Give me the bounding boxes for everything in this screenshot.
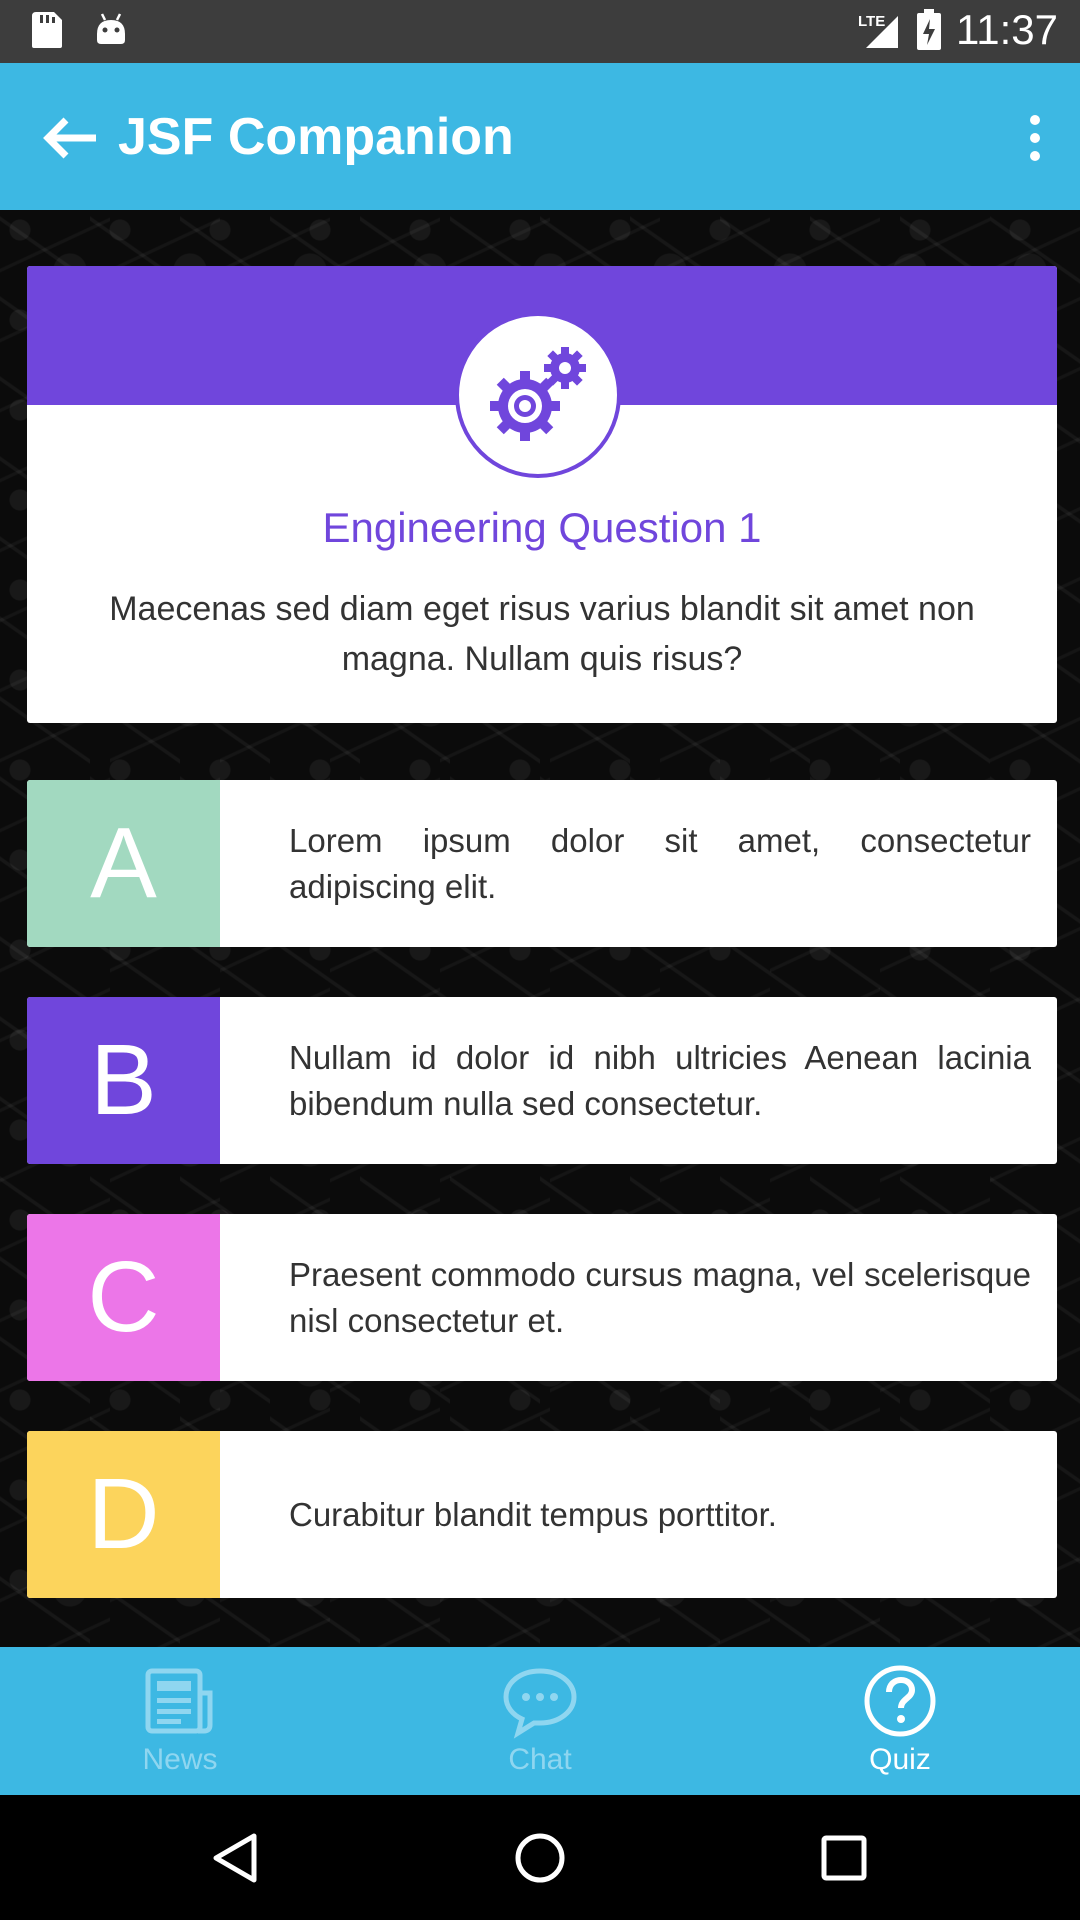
answer-letter: B [90, 1024, 157, 1136]
answer-text: Curabitur blandit tempus porttitor. [289, 1495, 777, 1533]
answer-option-a[interactable]: A Lorem ipsum dolor sit amet, consectetu… [27, 780, 1057, 947]
answer-letter-box: B [27, 997, 220, 1164]
answer-letter-box: D [27, 1431, 220, 1598]
answer-option-d[interactable]: D Curabitur blandit tempus porttitor. [27, 1431, 1057, 1598]
signal-icon: LTE [858, 13, 898, 48]
answer-letter-box: C [27, 1214, 220, 1381]
android-icon [97, 13, 125, 44]
home-circle-icon[interactable] [512, 1830, 568, 1886]
chat-bubble-icon [503, 1668, 577, 1739]
recents-square-icon[interactable] [816, 1830, 872, 1886]
status-bar: LTE 11:37 [0, 0, 1080, 63]
app-title: JSF Companion [118, 108, 514, 166]
answer-letter: A [90, 807, 157, 919]
nav-quiz-label: Quiz [869, 1743, 931, 1776]
nav-news-label: News [142, 1743, 218, 1776]
nav-chat[interactable]: Chat [440, 1647, 640, 1795]
answer-text-container: Nullam id dolor id nibh ultricies Aenean… [289, 997, 1031, 1164]
question-card: Engineering Question 1 Maecenas sed diam… [27, 266, 1057, 723]
battery-icon [917, 9, 941, 50]
status-left [30, 10, 128, 50]
nav-news[interactable]: News [80, 1647, 280, 1795]
answer-option-b[interactable]: B Nullam id dolor id nibh ultricies Aene… [27, 997, 1057, 1164]
app-bar: JSF Companion [0, 63, 1080, 210]
clock: 11:37 [956, 6, 1058, 53]
back-triangle-icon[interactable] [208, 1830, 264, 1886]
answer-option-c[interactable]: C Praesent commodo cursus magna, vel sce… [27, 1214, 1057, 1381]
bottom-nav: News Chat Quiz [0, 1647, 1080, 1795]
nav-quiz[interactable]: Quiz [800, 1647, 1000, 1795]
status-right: LTE 11:37 [858, 6, 1058, 54]
answer-text-container: Curabitur blandit tempus porttitor. [289, 1431, 1031, 1598]
system-nav-bar [0, 1795, 1080, 1920]
question-text: Maecenas sed diam eget risus varius blan… [109, 590, 975, 678]
nav-chat-label: Chat [508, 1743, 572, 1776]
answer-text-container: Praesent commodo cursus magna, vel scele… [289, 1214, 1031, 1381]
answer-text: Nullam id dolor id nibh ultricies Aenean… [289, 1038, 1031, 1122]
answer-text: Praesent commodo cursus magna, vel scele… [289, 1255, 1031, 1339]
answer-letter: D [87, 1458, 160, 1570]
answer-letter: C [87, 1241, 160, 1353]
answer-text-container: Lorem ipsum dolor sit amet, consectetur … [289, 780, 1031, 947]
newspaper-icon [145, 1668, 213, 1734]
arrow-left-icon[interactable] [40, 108, 100, 168]
answer-letter-box: A [27, 780, 220, 947]
more-vert-icon[interactable] [1020, 108, 1050, 168]
gears-icon [490, 347, 586, 441]
question-emblem [455, 312, 621, 478]
network-type: LTE [858, 13, 885, 30]
quiz-content: Engineering Question 1 Maecenas sed diam… [0, 210, 1080, 1647]
sd-card-icon [32, 12, 62, 48]
question-title: Engineering Question 1 [322, 504, 762, 551]
question-circle-icon [864, 1665, 936, 1737]
answer-text: Lorem ipsum dolor sit amet, consectetur … [289, 821, 1031, 905]
